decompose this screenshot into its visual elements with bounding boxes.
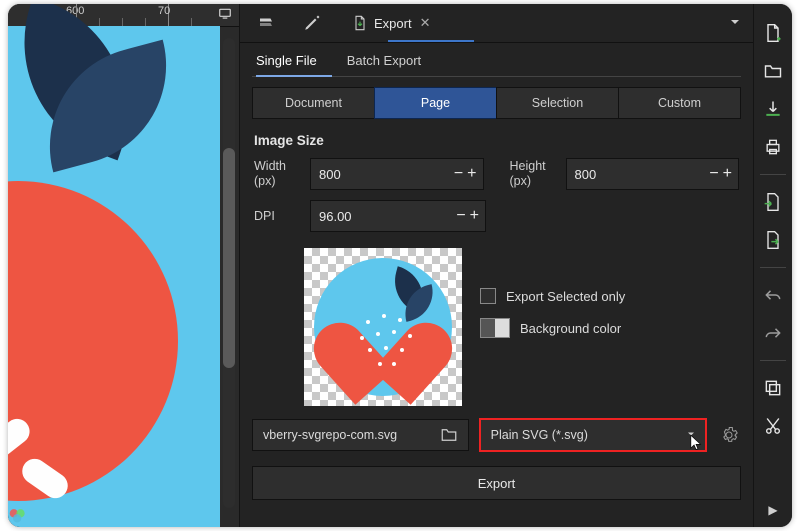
export-selected-checkbox[interactable]: [480, 288, 496, 304]
export-panel: Export ✕ Single File Batch Export Docume…: [240, 4, 753, 527]
canvas-area: 600 70 ⋮: [8, 4, 240, 527]
filename-value: vberry-svgrepo-com.svg: [263, 428, 440, 442]
width-input[interactable]: 800 −+: [310, 158, 484, 190]
tab-single-file[interactable]: Single File: [256, 53, 317, 76]
folder-icon[interactable]: [440, 426, 458, 444]
filename-field[interactable]: vberry-svgrepo-com.svg: [252, 419, 469, 451]
width-decrement[interactable]: −: [454, 165, 463, 183]
display-mode-icon[interactable]: [217, 7, 233, 24]
dpi-input[interactable]: 96.00 −+: [310, 200, 486, 232]
edit-tab-icon[interactable]: [302, 13, 322, 33]
height-decrement[interactable]: −: [709, 165, 718, 183]
close-icon[interactable]: ✕: [420, 15, 431, 31]
width-value: 800: [319, 167, 341, 182]
export-button-label: Export: [478, 476, 516, 491]
dpi-decrement[interactable]: −: [456, 207, 465, 225]
canvas-document[interactable]: [8, 26, 220, 527]
image-size-heading: Image Size: [254, 133, 739, 148]
color-picker-corner-icon[interactable]: [8, 505, 30, 527]
height-value: 800: [575, 167, 597, 182]
source-custom[interactable]: Custom: [618, 87, 741, 119]
image-size-section: Image Size Width (px) 800 −+ Height (px)…: [240, 119, 753, 242]
height-increment[interactable]: +: [723, 165, 732, 183]
export-source-buttons: Document Page Selection Custom: [240, 77, 753, 119]
undo-icon[interactable]: [760, 282, 786, 308]
right-toolbar: ▶: [753, 4, 792, 527]
height-label: Height (px): [510, 159, 554, 189]
cut-icon[interactable]: [760, 413, 786, 439]
export-selected-label: Export Selected only: [506, 289, 625, 304]
ruler-label-70: 70: [158, 5, 170, 17]
source-document[interactable]: Document: [252, 87, 375, 119]
toolbar-expand-icon[interactable]: ▶: [768, 503, 777, 517]
format-dropdown[interactable]: Plain SVG (*.svg): [479, 418, 707, 452]
open-icon[interactable]: [760, 58, 786, 84]
export-settings-gear-icon[interactable]: [717, 426, 741, 444]
export-tab-label: Export: [374, 16, 412, 31]
dock-tabstrip: Export ✕: [240, 4, 753, 43]
artwork-fruit: [8, 181, 178, 501]
export-preview-thumbnail: [304, 248, 462, 406]
dpi-increment[interactable]: +: [470, 207, 479, 225]
source-selection[interactable]: Selection: [496, 87, 619, 119]
new-document-icon[interactable]: [760, 20, 786, 46]
background-color-label: Background color: [520, 321, 621, 336]
layers-tab-icon[interactable]: [256, 13, 276, 33]
panel-menu-chevron[interactable]: [727, 14, 743, 33]
redo-icon[interactable]: [760, 320, 786, 346]
tab-batch-export[interactable]: Batch Export: [347, 53, 421, 76]
background-color-swatch[interactable]: [480, 318, 510, 338]
format-value: Plain SVG (*.svg): [491, 428, 588, 442]
width-label: Width (px): [254, 159, 298, 189]
dpi-label: DPI: [254, 209, 298, 224]
width-increment[interactable]: +: [467, 165, 476, 183]
export-tab[interactable]: Export ✕: [348, 15, 432, 31]
export-button[interactable]: Export: [252, 466, 741, 500]
copy-icon[interactable]: [760, 375, 786, 401]
height-input[interactable]: 800 −+: [566, 158, 740, 190]
export-icon[interactable]: [760, 227, 786, 253]
save-icon[interactable]: [760, 96, 786, 122]
vertical-scrollbar[interactable]: [223, 38, 235, 508]
cursor-icon: [689, 434, 703, 455]
import-icon[interactable]: [760, 189, 786, 215]
print-icon[interactable]: [760, 134, 786, 160]
dpi-value: 96.00: [319, 209, 352, 224]
scrollbar-thumb[interactable]: [223, 148, 235, 368]
export-mode-tabs: Single File Batch Export: [240, 43, 753, 76]
source-page[interactable]: Page: [374, 87, 497, 119]
